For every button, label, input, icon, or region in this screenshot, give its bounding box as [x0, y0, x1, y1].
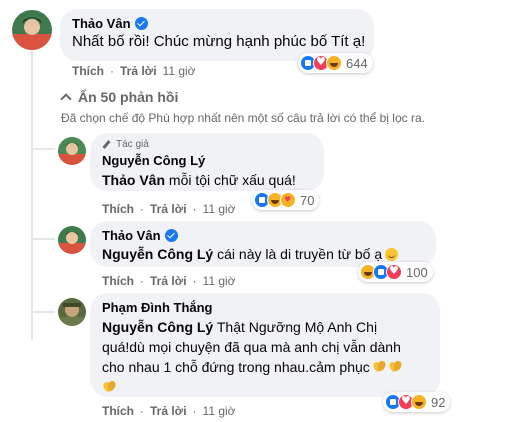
- comment-text: Nhất bố rồi! Chúc mừng hạnh phúc bố Tít …: [72, 33, 366, 50]
- reply-body: cái này là di truyền từ bố ạ: [217, 246, 383, 262]
- author-name[interactable]: Phạm Đình Thắng: [102, 300, 213, 315]
- reaction-count: 70: [300, 192, 315, 208]
- thread-branch: [31, 148, 55, 150]
- reply-text: Thảo Vân mỗi tội chữ xấu quá!: [102, 171, 296, 189]
- avatar[interactable]: [58, 226, 86, 254]
- care-icon: [280, 192, 296, 208]
- reply-bubble: Thảo Vân Nguyễn Công Lý cái này là di tr…: [90, 221, 436, 267]
- reply-body-line: Thật Ngưỡng Mộ Anh Chị: [216, 319, 378, 335]
- reply-button[interactable]: Trả lời: [150, 404, 187, 418]
- reaction-count: 644: [346, 55, 368, 71]
- haha-icon: [326, 55, 342, 71]
- reply-actions: Thích · Trả lời · 11 giờ: [102, 274, 236, 288]
- author-name[interactable]: Thảo Vân: [102, 228, 161, 243]
- reaction-summary[interactable]: 644: [298, 53, 373, 73]
- author-badge-label: Tác giả: [116, 139, 149, 150]
- clap-emoji-icon: [388, 360, 402, 374]
- author-badge: Tác giả: [102, 139, 149, 150]
- pen-icon: [102, 140, 112, 150]
- reply-button[interactable]: Trả lời: [150, 202, 187, 216]
- reaction-count: 92: [431, 394, 446, 410]
- timestamp[interactable]: 11 giờ: [163, 64, 196, 78]
- reply-actions: Thích · Trả lời · 11 giờ: [102, 202, 236, 216]
- reply-bubble: Tác giả Nguyễn Công Lý Thảo Vân mỗi tội …: [90, 133, 324, 191]
- reaction-count: 100: [406, 264, 428, 280]
- verified-icon: [134, 17, 148, 30]
- comment-author[interactable]: Thảo Vân: [72, 16, 148, 31]
- hide-replies-button[interactable]: Ẩn 50 phản hồi: [60, 89, 178, 105]
- hide-replies-label[interactable]: Ẩn 50 phản hồi: [78, 89, 178, 105]
- comment-actions: Thích · Trả lời 11 giờ: [72, 64, 196, 78]
- filter-note: Đã chọn chế độ Phù hợp nhất nên một số c…: [61, 111, 425, 125]
- reply-text: Nguyễn Công Lý Thật Ngưỡng Mộ Anh Chị qu…: [102, 317, 432, 397]
- reply-bubble: Phạm Đình Thắng Nguyễn Công Lý Thật Ngưỡ…: [90, 293, 440, 397]
- reply-body-line: quá!dù mọi chuyện đã qua mà anh chị vẫn …: [102, 339, 401, 355]
- reaction-summary[interactable]: 92: [383, 392, 451, 412]
- like-button[interactable]: Thích: [102, 274, 134, 288]
- mention-link[interactable]: Nguyễn Công Lý: [102, 246, 213, 262]
- avatar[interactable]: [12, 10, 52, 50]
- reply-actions: Thích · Trả lời · 11 giờ: [102, 404, 236, 418]
- reply-author[interactable]: Nguyễn Công Lý: [102, 153, 205, 168]
- reply-button[interactable]: Trả lời: [150, 274, 187, 288]
- reply-body: mỗi tội chữ xấu quá!: [168, 172, 296, 188]
- reply-button[interactable]: Trả lời: [120, 64, 157, 78]
- reaction-summary[interactable]: 70: [252, 190, 320, 210]
- smile-emoji-icon: [385, 248, 399, 261]
- reply-text: Nguyễn Công Lý cái này là di truyền từ b…: [102, 245, 399, 263]
- verified-icon: [164, 229, 178, 242]
- thread-branch: [31, 311, 55, 313]
- clap-emoji-icon: [102, 380, 116, 394]
- avatar[interactable]: [58, 298, 86, 326]
- haha-icon: [411, 394, 427, 410]
- clap-emoji-icon: [372, 360, 386, 374]
- avatar[interactable]: [58, 137, 86, 165]
- author-name[interactable]: Nguyễn Công Lý: [102, 153, 205, 168]
- reply-author[interactable]: Thảo Vân: [102, 228, 178, 243]
- author-name[interactable]: Thảo Vân: [72, 16, 131, 31]
- timestamp[interactable]: 11 giờ: [203, 202, 236, 216]
- reply-author[interactable]: Phạm Đình Thắng: [102, 300, 213, 315]
- mention-link[interactable]: Nguyễn Công Lý: [102, 319, 213, 335]
- reply-body-line: cho nhau 1 chỗ đứng trong nhau.cảm phục: [102, 359, 370, 375]
- timestamp[interactable]: 11 giờ: [203, 274, 236, 288]
- timestamp[interactable]: 11 giờ: [203, 404, 236, 418]
- like-button[interactable]: Thích: [102, 404, 134, 418]
- thread-line: [31, 50, 33, 340]
- mention-link[interactable]: Thảo Vân: [102, 172, 165, 188]
- thread-branch: [31, 238, 55, 240]
- love-icon: [386, 264, 402, 280]
- reaction-summary[interactable]: 100: [358, 262, 433, 282]
- like-button[interactable]: Thích: [102, 202, 134, 216]
- like-button[interactable]: Thích: [72, 64, 104, 78]
- chevron-up-icon: [60, 93, 72, 105]
